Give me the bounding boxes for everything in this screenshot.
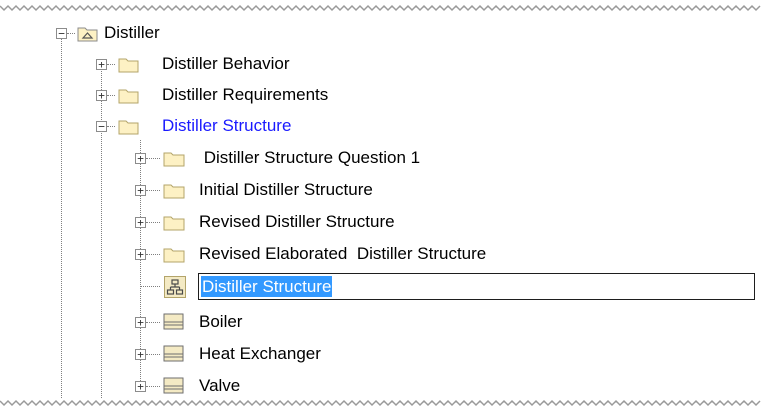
- tree-node-label[interactable]: Distiller: [104, 20, 160, 46]
- rename-input[interactable]: Distiller Structure: [198, 273, 755, 300]
- folder-icon: [162, 149, 186, 169]
- folder-icon: [117, 117, 139, 137]
- tree-node-label[interactable]: Heat Exchanger: [199, 341, 321, 367]
- tree-connector: [146, 222, 160, 223]
- tree-connector: [146, 322, 160, 323]
- tree-connector: [146, 386, 160, 387]
- tree-guide-line: [61, 38, 62, 398]
- tree-connector: [107, 126, 115, 127]
- tree-connector: [146, 158, 160, 159]
- folder-icon: [162, 181, 186, 201]
- tree-node-label[interactable]: Distiller Requirements: [162, 82, 328, 108]
- tree-node-label[interactable]: Revised Elaborated Distiller Structure: [199, 241, 486, 267]
- tree-node-label[interactable]: Distiller Structure: [162, 113, 291, 139]
- collapse-toggle[interactable]: −: [56, 28, 67, 39]
- tree-connector: [107, 64, 115, 65]
- expand-toggle[interactable]: +: [135, 153, 146, 164]
- tree-connector: [107, 95, 115, 96]
- expand-toggle[interactable]: +: [96, 90, 107, 101]
- expand-toggle[interactable]: +: [135, 349, 146, 360]
- block-icon: [162, 311, 184, 332]
- tree-guide-line: [101, 68, 102, 398]
- folder-icon: [117, 55, 139, 75]
- tree-connector: [146, 254, 160, 255]
- expand-toggle[interactable]: +: [135, 185, 146, 196]
- folder-icon: [162, 245, 186, 265]
- folder-icon: [162, 213, 186, 233]
- block-diagram-icon: [164, 276, 186, 298]
- expand-toggle[interactable]: +: [135, 249, 146, 260]
- expand-toggle[interactable]: +: [96, 59, 107, 70]
- tree-node-label[interactable]: Valve: [199, 373, 240, 399]
- torn-edge-top: [0, 4, 761, 12]
- torn-edge-bottom: [0, 399, 761, 407]
- tree-connector: [67, 33, 75, 34]
- rename-input-selected-text: Distiller Structure: [201, 276, 333, 297]
- tree-connector: [141, 286, 160, 287]
- expand-toggle[interactable]: +: [135, 317, 146, 328]
- tree-node-label[interactable]: Boiler: [199, 309, 242, 335]
- tree-connector: [146, 190, 160, 191]
- tree-node-label[interactable]: Initial Distiller Structure: [199, 177, 373, 203]
- expand-toggle[interactable]: +: [135, 217, 146, 228]
- tree-node-label[interactable]: Revised Distiller Structure: [199, 209, 395, 235]
- tree-node-label[interactable]: Distiller Structure Question 1: [199, 145, 420, 171]
- expand-toggle[interactable]: +: [135, 381, 146, 392]
- tree-connector: [146, 354, 160, 355]
- block-icon: [162, 343, 184, 364]
- folder-icon: [117, 86, 139, 106]
- model-package-icon: [76, 23, 98, 43]
- tree-node-label[interactable]: Distiller Behavior: [162, 51, 290, 77]
- block-icon: [162, 375, 184, 396]
- collapse-toggle[interactable]: −: [96, 121, 107, 132]
